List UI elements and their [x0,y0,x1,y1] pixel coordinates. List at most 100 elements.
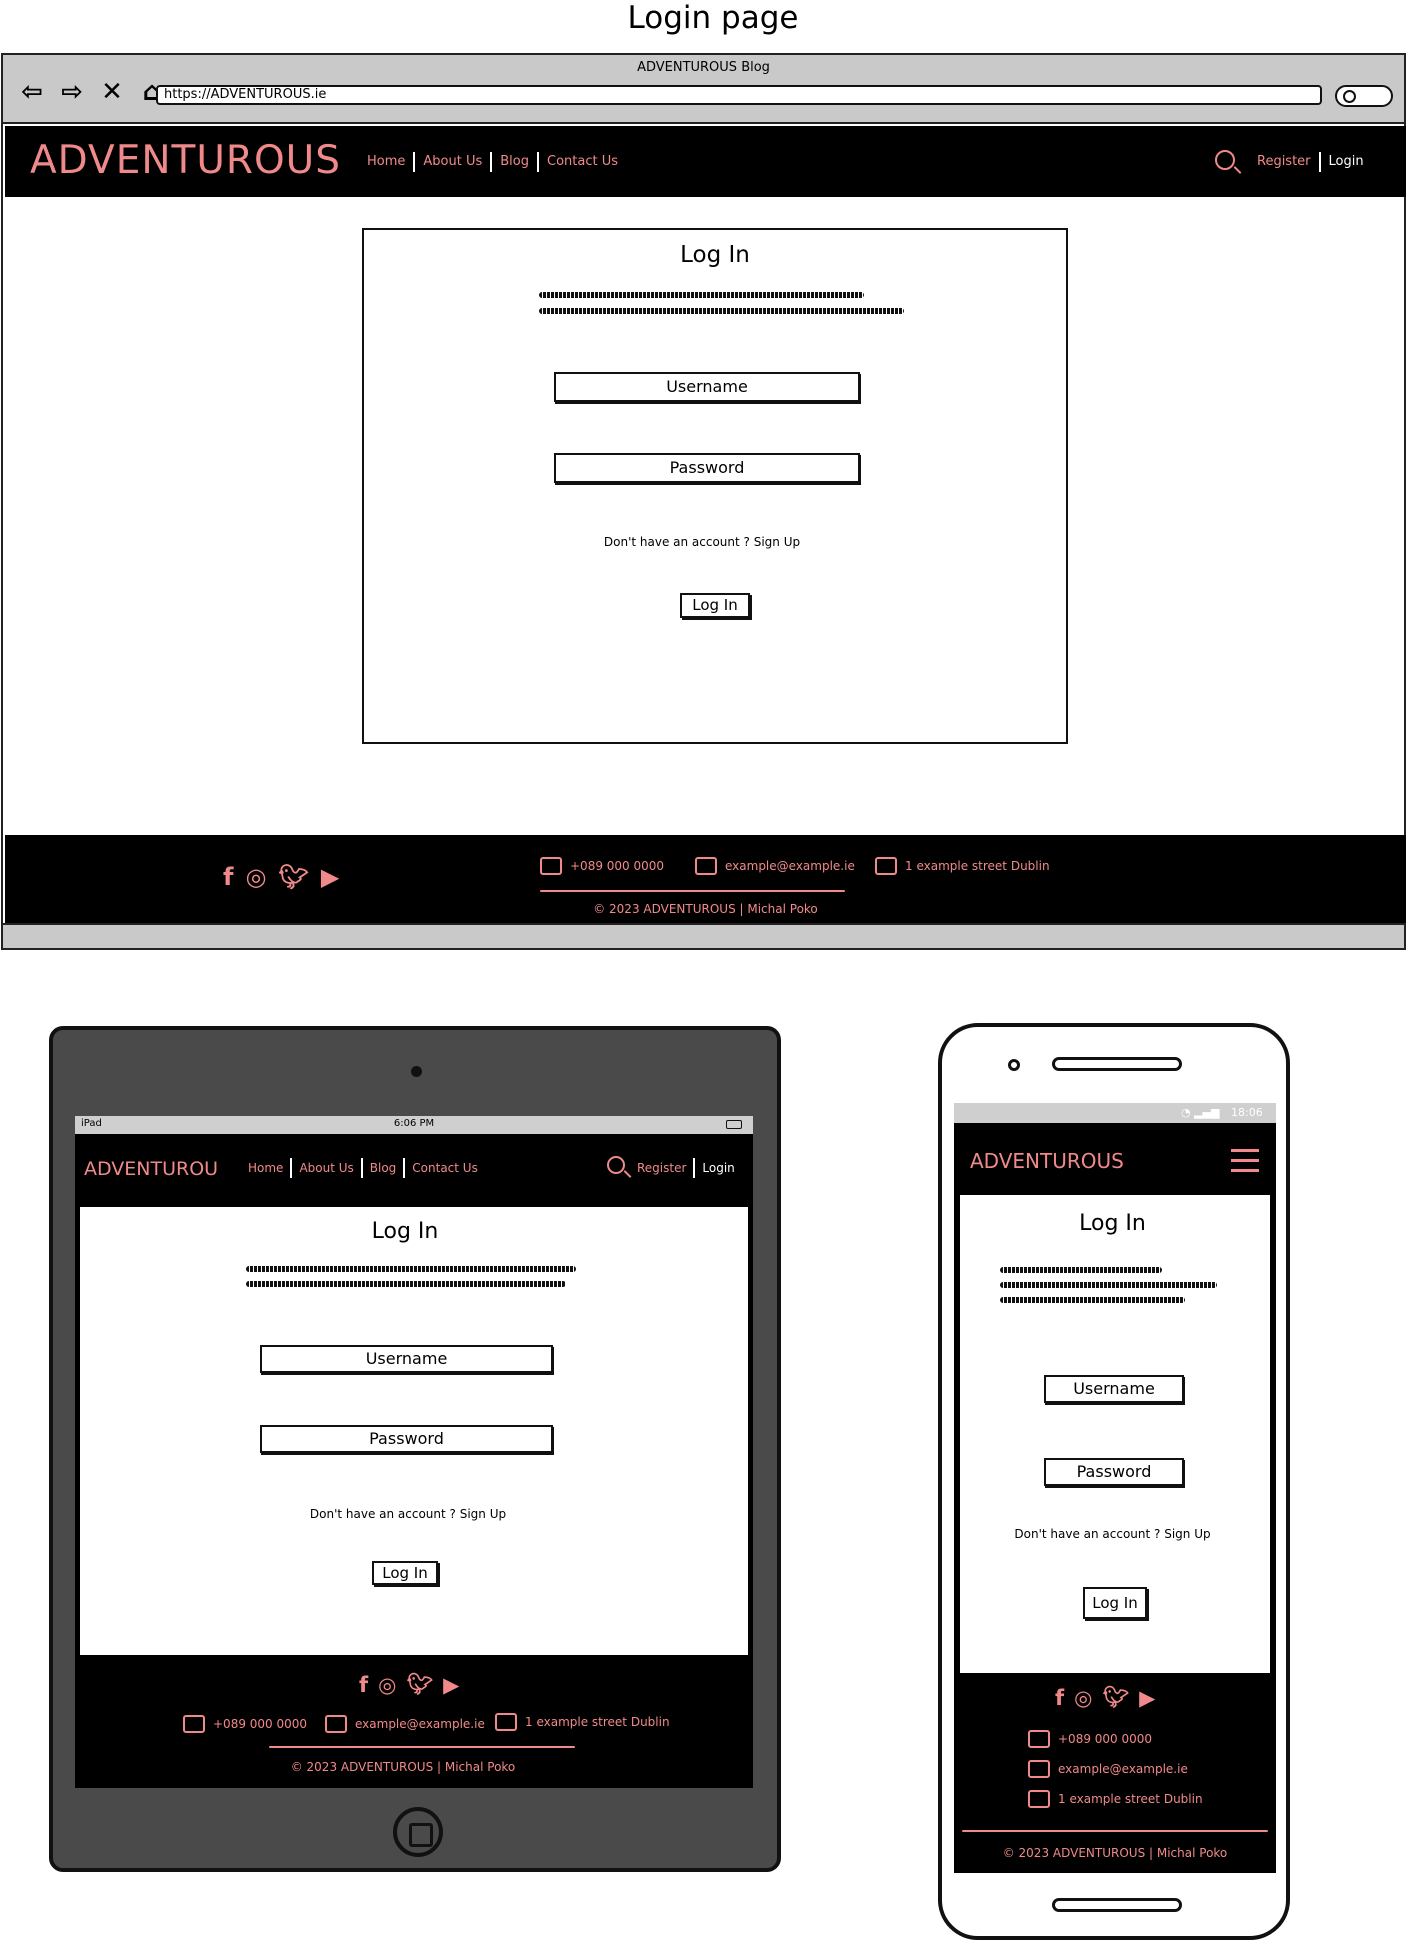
footer-address-text: 1 example street Dublin [905,859,1050,873]
phone-icon [183,1715,205,1733]
social-links: f ◎ 🐦︎ ▶ [359,1672,459,1697]
instagram-icon[interactable]: ◎ [378,1673,396,1697]
speaker-grille [1052,1057,1182,1071]
phone-screen: ◔ ▂▄▆ 18:06 ADVENTUROUS Log In Username … [954,1103,1276,1873]
mail-icon [325,1715,347,1733]
placeholder-text-line [539,292,864,298]
login-card: Log In Username Password Don't have an a… [362,228,1068,744]
home-button-icon[interactable] [393,1807,443,1857]
twitter-icon[interactable]: 🐦︎ [278,863,308,891]
browser-nav-controls: ⇦ ⇨ ✕ ⌂ [17,77,167,107]
footer-email-text[interactable]: example@example.ie [355,1717,485,1731]
youtube-icon[interactable]: ▶ [321,863,339,891]
signal-icon: ◔ ▂▄▆ [1181,1106,1220,1119]
password-input[interactable]: Password [260,1425,553,1453]
hamburger-menu-icon[interactable] [1231,1149,1259,1179]
login-title: Log In [371,1219,439,1244]
browser-window-title: ADVENTUROUS Blog [637,60,770,75]
signup-link[interactable]: Don't have an account ? Sign Up [364,535,1040,549]
tablet-clock: 6:06 PM [393,1118,435,1129]
login-button[interactable]: Log In [372,1561,438,1585]
placeholder-text-line [1000,1267,1162,1273]
instagram-icon[interactable]: ◎ [1074,1686,1092,1710]
footer-divider [540,890,845,892]
nav-home[interactable]: Home [241,1159,290,1177]
footer-address-text: 1 example street Dublin [525,1715,670,1729]
facebook-icon[interactable]: f [1055,1686,1064,1710]
browser-search-button[interactable] [1335,85,1393,107]
password-input[interactable]: Password [1044,1458,1184,1486]
signup-link[interactable]: Don't have an account ? Sign Up [960,1527,1265,1541]
placeholder-text-line [246,1266,576,1272]
nav-home[interactable]: Home [359,153,413,171]
forward-icon[interactable]: ⇨ [57,77,87,107]
nav-blog[interactable]: Blog [492,153,537,171]
twitter-icon[interactable]: 🐦︎ [1102,1685,1129,1710]
footer-email-text[interactable]: example@example.ie [1058,1762,1188,1776]
tablet-screen: iPad 6:06 PM ADVENTUROU Home About Us Bl… [75,1116,753,1788]
house-icon [495,1713,517,1731]
brand-logo[interactable]: ADVENTUROU [84,1158,218,1180]
nav-login[interactable]: Login [695,1159,741,1177]
nav-contact[interactable]: Contact Us [539,153,626,171]
back-icon[interactable]: ⇦ [17,77,47,107]
tablet-device: iPad 6:06 PM ADVENTUROU Home About Us Bl… [49,1026,781,1872]
site-navbar: ADVENTUROUS [954,1123,1276,1195]
brand-logo[interactable]: ADVENTUROUS [970,1149,1124,1173]
login-content: Log In Username Password Don't have an a… [80,1207,748,1655]
footer-email-text[interactable]: example@example.ie [725,859,855,873]
username-input[interactable]: Username [554,372,860,402]
twitter-icon[interactable]: 🐦︎ [406,1672,433,1697]
mail-icon [1028,1760,1050,1778]
url-bar[interactable]: https://ADVENTUROUS.ie [156,85,1322,105]
username-input[interactable]: Username [260,1345,553,1373]
login-content: Log In Username Password Don't have an a… [960,1195,1270,1673]
footer-phone-text: +089 000 0000 [213,1717,308,1731]
site-navbar: ADVENTUROU Home About Us Blog Contact Us… [75,1134,753,1200]
facebook-icon[interactable]: f [223,863,233,891]
nav-login[interactable]: Login [1321,153,1372,171]
nav-register[interactable]: Register [630,1159,693,1177]
footer-email: example@example.ie [695,857,855,875]
page-title: Login page [627,0,799,36]
footer-address: 1 example street Dublin [1028,1790,1203,1808]
login-title: Log In [680,242,750,268]
house-icon [1028,1790,1050,1808]
facebook-icon[interactable]: f [359,1673,368,1697]
footer-phone: +089 000 0000 [1028,1730,1152,1748]
nav-blog[interactable]: Blog [363,1159,404,1177]
signup-link[interactable]: Don't have an account ? Sign Up [80,1507,736,1521]
nav-about[interactable]: About Us [292,1159,360,1177]
tablet-status-bar: iPad 6:06 PM [75,1116,753,1134]
footer-phone: +089 000 0000 [183,1715,307,1733]
close-icon[interactable]: ✕ [97,77,127,107]
camera-icon [411,1066,422,1077]
phone-device: ◔ ▂▄▆ 18:06 ADVENTUROUS Log In Username … [938,1023,1290,1940]
placeholder-text-line [539,308,904,314]
home-indicator[interactable] [1052,1898,1182,1912]
phone-icon [1028,1730,1050,1748]
footer-address: 1 example street Dublin [495,1713,670,1731]
username-input[interactable]: Username [1044,1375,1184,1403]
battery-icon [726,1120,742,1129]
search-icon[interactable] [607,1156,625,1174]
youtube-icon[interactable]: ▶ [443,1673,459,1697]
brand-logo[interactable]: ADVENTUROUS [30,138,341,183]
footer-divider [962,1830,1268,1832]
placeholder-text-line [1000,1282,1217,1288]
nav-contact[interactable]: Contact Us [405,1159,485,1177]
nav-about[interactable]: About Us [415,153,490,171]
password-input[interactable]: Password [554,453,860,483]
login-button[interactable]: Log In [680,593,750,618]
search-icon[interactable] [1215,150,1235,170]
footer-copyright: © 2023 ADVENTUROUS | Michal Poko [290,1760,516,1774]
camera-icon [1008,1059,1020,1071]
main-nav: Home About Us Blog Contact Us [359,152,626,172]
youtube-icon[interactable]: ▶ [1139,1686,1155,1710]
login-button[interactable]: Log In [1083,1587,1147,1619]
social-links: f ◎ 🐦︎ ▶ [1055,1685,1155,1710]
desktop-browser-window: ADVENTUROUS Blog ⇦ ⇨ ✕ ⌂ https://ADVENTU… [1,53,1406,950]
phone-icon [540,857,562,875]
instagram-icon[interactable]: ◎ [245,863,266,891]
nav-register[interactable]: Register [1249,153,1319,171]
